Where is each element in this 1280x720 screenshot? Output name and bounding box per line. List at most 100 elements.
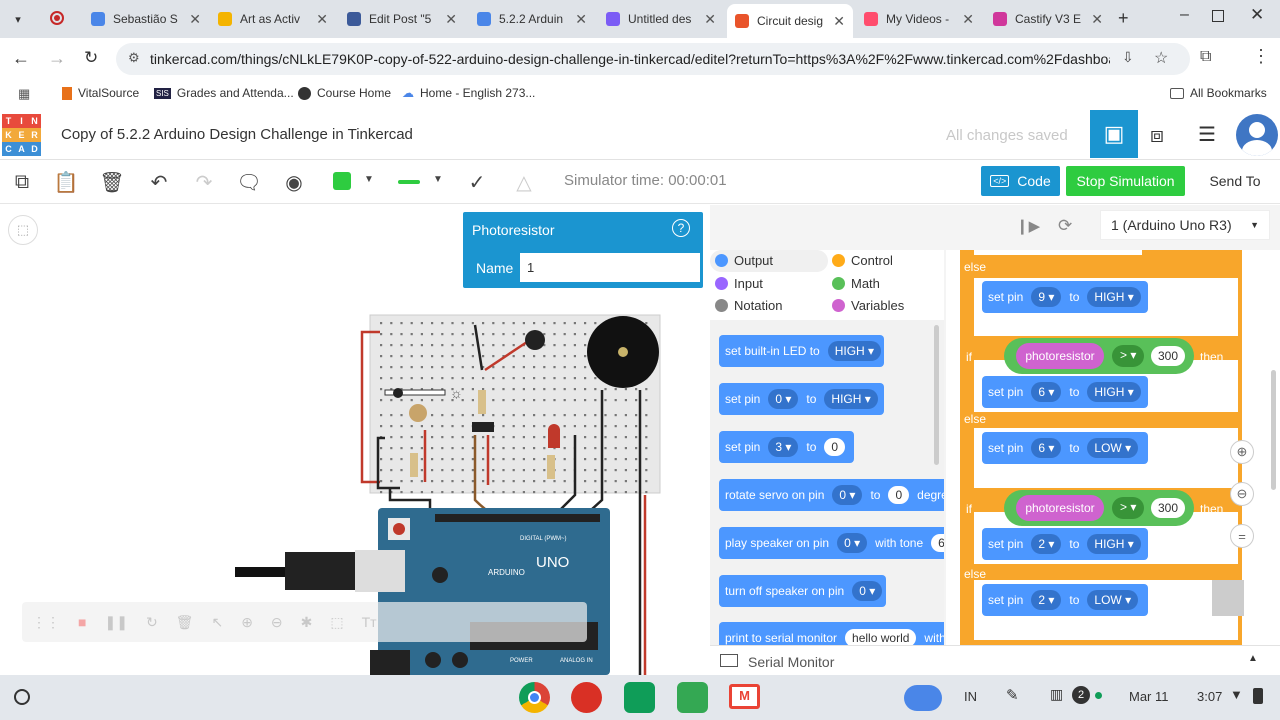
design-title[interactable]: Copy of 5.2.2 Arduino Design Challenge i…: [61, 126, 413, 143]
fit-view-button[interactable]: ⬚: [8, 215, 38, 245]
rotate-icon[interactable]: ✓: [463, 168, 491, 196]
trash-icon[interactable]: 🗑: [176, 614, 194, 631]
set-pin-block[interactable]: set pin 6 ▾ to HIGH ▾: [982, 376, 1148, 408]
browser-tab[interactable]: Circuit desig ✕: [727, 4, 853, 38]
browser-tab[interactable]: My Videos - ✕: [856, 4, 982, 34]
resistor[interactable]: [410, 453, 418, 477]
wire-color-picker[interactable]: [333, 172, 351, 190]
reload-button[interactable]: ↻: [84, 48, 98, 68]
close-window-button[interactable]: ✕: [1250, 5, 1264, 25]
maximize-button[interactable]: [1212, 10, 1224, 22]
level-dropdown[interactable]: HIGH ▾: [1087, 534, 1141, 554]
level-dropdown[interactable]: LOW ▾: [1087, 438, 1139, 458]
palette-block[interactable]: play speaker on pin0 ▾with tone60: [719, 527, 944, 559]
level-dropdown[interactable]: HIGH ▾: [1087, 382, 1141, 402]
palette-block[interactable]: print to serial monitor hello world with: [719, 622, 944, 645]
transistor[interactable]: [472, 422, 494, 432]
close-tab-icon[interactable]: ✕: [445, 11, 457, 28]
all-bookmarks[interactable]: All Bookmarks: [1170, 86, 1267, 100]
bookmark-grades[interactable]: SIS Grades and Attenda...: [154, 86, 294, 100]
pin-dropdown[interactable]: 3 ▾: [768, 437, 799, 457]
step-icon[interactable]: ❙▶: [1016, 217, 1040, 235]
stop-icon[interactable]: ■: [78, 614, 86, 630]
time-display[interactable]: 3:07: [1197, 689, 1222, 704]
gmail-icon[interactable]: M: [729, 684, 760, 709]
threshold-input[interactable]: 300: [1151, 498, 1185, 518]
photoresistor-variable[interactable]: photoresistor: [1016, 495, 1104, 521]
value-input[interactable]: 0: [888, 486, 910, 504]
level-dropdown[interactable]: HIGH ▾: [1087, 287, 1141, 307]
browser-tab[interactable]: 5.2.2 Arduin ✕: [469, 4, 595, 34]
set-pin-block[interactable]: set pin 9 ▾ to HIGH ▾: [982, 281, 1148, 313]
slider-knob[interactable]: [393, 388, 403, 398]
led[interactable]: [548, 424, 560, 448]
browser-tab[interactable]: Castify V3 E ✕: [985, 4, 1111, 34]
screen-recorder-icon[interactable]: [904, 685, 942, 711]
close-tab-icon[interactable]: ✕: [575, 11, 587, 28]
launcher-icon[interactable]: [14, 689, 30, 705]
close-tab-icon[interactable]: ✕: [316, 11, 328, 28]
notes-icon[interactable]: 🗨: [235, 168, 263, 196]
value-dropdown[interactable]: HIGH ▾: [824, 389, 878, 409]
browser-menu-icon[interactable]: ⋮: [1252, 46, 1270, 67]
user-avatar[interactable]: [1236, 114, 1278, 156]
tab-search-button[interactable]: ▾: [8, 9, 28, 29]
value-input[interactable]: 0: [824, 438, 846, 456]
pin-dropdown[interactable]: 2 ▾: [1031, 534, 1062, 554]
palette-scrollbar[interactable]: [934, 325, 939, 465]
browser-tab[interactable]: Sebastião S ✕: [83, 4, 209, 34]
install-app-icon[interactable]: ⇩: [1122, 49, 1134, 66]
bookmark-course-home[interactable]: Course Home: [298, 86, 391, 100]
back-button[interactable]: ←: [12, 48, 30, 69]
close-tab-icon[interactable]: ✕: [189, 11, 201, 28]
circuit-view-button[interactable]: ▣: [1090, 110, 1138, 158]
palette-block[interactable]: turn off speaker on pin 0 ▾: [719, 575, 886, 607]
close-tab-icon[interactable]: ✕: [1091, 11, 1103, 28]
reset-zoom-button[interactable]: =: [1230, 524, 1254, 548]
flip-icon[interactable]: △: [510, 168, 538, 196]
chevron-down-icon[interactable]: ▼: [364, 174, 374, 185]
category-notation[interactable]: Notation: [715, 298, 782, 313]
pin-dropdown[interactable]: 6 ▾: [1031, 382, 1062, 402]
power-jack[interactable]: [370, 650, 410, 675]
bookmark-vitalsource[interactable]: VitalSource: [62, 86, 139, 100]
forward-button[interactable]: →: [48, 48, 66, 69]
serial-monitor-bar[interactable]: Serial Monitor ▲: [710, 645, 1280, 675]
close-tab-icon[interactable]: ✕: [704, 11, 716, 28]
recording-icon[interactable]: [50, 11, 64, 25]
battery-icon[interactable]: [1253, 688, 1263, 704]
pin-dropdown[interactable]: 6 ▾: [1031, 438, 1062, 458]
zoom-out-button[interactable]: ⊖: [1230, 482, 1254, 506]
send-to-button[interactable]: Send To: [1196, 166, 1274, 196]
highlight-icon[interactable]: ✱: [301, 614, 313, 631]
pin-dropdown[interactable]: 9 ▾: [1031, 287, 1062, 307]
pin-dropdown[interactable]: 0 ▾: [832, 485, 863, 505]
canvas-app-icon[interactable]: [571, 682, 602, 713]
chevron-up-icon[interactable]: ▲: [1248, 653, 1258, 664]
paste-icon[interactable]: 📋: [52, 168, 80, 196]
category-output[interactable]: Output: [715, 253, 773, 268]
pin-dropdown[interactable]: 0 ▾: [852, 581, 883, 601]
palette-block[interactable]: set built-in LED to HIGH ▾: [719, 335, 884, 367]
stop-simulation-button[interactable]: Stop Simulation: [1066, 166, 1185, 196]
chrome-icon[interactable]: [519, 682, 550, 713]
close-tab-icon[interactable]: ✕: [833, 13, 845, 30]
palette-block[interactable]: set pin 0 ▾ to HIGH ▾: [719, 383, 884, 415]
resistor[interactable]: [478, 390, 486, 414]
workspace-scrollbar[interactable]: [1271, 370, 1276, 490]
value-dropdown[interactable]: HIGH ▾: [827, 341, 882, 361]
visibility-icon[interactable]: ◉: [280, 168, 308, 196]
pin-dropdown[interactable]: 0 ▾: [837, 533, 868, 553]
palette-block[interactable]: set pin 3 ▾ to 0: [719, 431, 854, 463]
push-button[interactable]: [525, 330, 545, 350]
bookmark-star-icon[interactable]: ☆: [1154, 48, 1168, 68]
board-select[interactable]: 1 (Arduino Uno R3) ▼: [1100, 210, 1270, 240]
bookmark-english[interactable]: ☁ Home - English 273...: [402, 86, 535, 100]
operator-dropdown[interactable]: > ▾: [1112, 345, 1145, 367]
zoom-in-icon[interactable]: ⊕: [241, 614, 253, 631]
trash-can[interactable]: [1212, 580, 1244, 616]
set-pin-block[interactable]: set pin 6 ▾ to LOW ▾: [982, 432, 1148, 464]
zoom-out-icon[interactable]: ⊖: [271, 614, 283, 631]
copy-icon[interactable]: ⧉: [8, 168, 36, 196]
minimize-button[interactable]: –: [1180, 6, 1189, 24]
